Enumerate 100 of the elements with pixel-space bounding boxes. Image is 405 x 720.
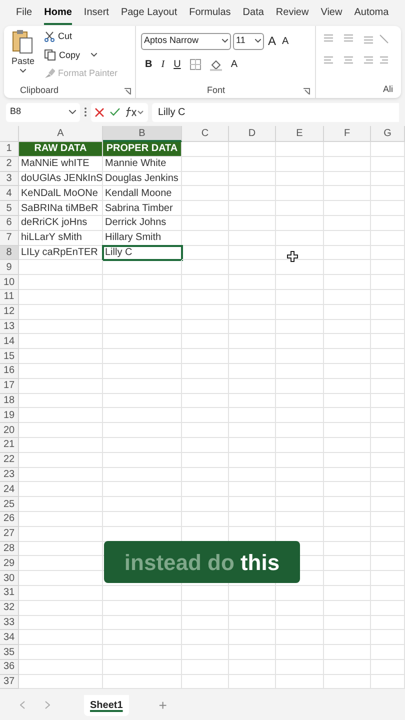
more-icon[interactable]	[84, 107, 87, 117]
row-header[interactable]: 18	[0, 394, 19, 408]
row-header[interactable]: 35	[0, 645, 19, 660]
empty-cell	[371, 586, 405, 601]
caption-text: instead do	[124, 548, 234, 576]
row-header[interactable]: 14	[0, 334, 19, 350]
checkmark-icon[interactable]	[110, 108, 120, 116]
column-header[interactable]: C	[182, 126, 229, 142]
row-header[interactable]: 36	[0, 660, 19, 675]
row-header[interactable]: 5	[0, 201, 19, 216]
empty-cell	[182, 156, 229, 172]
ribbon-tab[interactable]: View	[320, 5, 342, 25]
sheet-tab[interactable]: Sheet1	[84, 694, 129, 716]
font-size-field[interactable]: 11	[233, 32, 264, 50]
caret-icon[interactable]	[222, 39, 228, 43]
row-header[interactable]: 30	[0, 571, 19, 586]
scissors-icon[interactable]	[44, 31, 55, 42]
column-header[interactable]: G	[371, 126, 405, 142]
name-box[interactable]: B8	[6, 102, 80, 122]
empty-cell	[371, 660, 405, 675]
row-header[interactable]: 31	[0, 586, 19, 601]
empty-cell	[371, 172, 405, 186]
column-header[interactable]: B	[103, 126, 182, 142]
paste-icon[interactable]	[12, 29, 34, 55]
bold-button[interactable]: B	[145, 57, 152, 72]
row-header[interactable]: 25	[0, 497, 19, 512]
empty-cell	[229, 349, 276, 364]
shrink-font-button[interactable]: A	[280, 34, 291, 48]
empty-cell	[229, 142, 276, 157]
empty-cell	[371, 260, 405, 276]
row-header[interactable]: 3	[0, 172, 19, 186]
column-header[interactable]: D	[229, 126, 276, 142]
caret-icon[interactable]	[91, 53, 98, 58]
cut-button[interactable]: Cut	[58, 30, 72, 44]
row-header[interactable]: 16	[0, 364, 19, 379]
row-header[interactable]: 33	[0, 616, 19, 630]
row-header[interactable]: 29	[0, 556, 19, 572]
ribbon-tab[interactable]: Formulas	[189, 5, 231, 25]
function-icon[interactable]	[126, 107, 144, 117]
caret-icon[interactable]	[69, 110, 76, 114]
row-header[interactable]: 9	[0, 260, 19, 276]
row-header[interactable]: 17	[0, 378, 19, 394]
font-color-button[interactable]: A	[230, 57, 238, 72]
row-header[interactable]: 4	[0, 186, 19, 202]
row-header[interactable]: 13	[0, 320, 19, 334]
empty-cell	[371, 216, 405, 231]
column-header[interactable]: F	[324, 126, 371, 142]
row-header[interactable]: 15	[0, 349, 19, 364]
ribbon-tab[interactable]: Data	[242, 5, 264, 25]
empty-cell	[276, 408, 324, 424]
column-header[interactable]: E	[276, 126, 324, 142]
row-header[interactable]: 19	[0, 408, 19, 424]
row-header[interactable]: 10	[0, 275, 19, 290]
grow-font-button[interactable]: A	[266, 32, 278, 50]
empty-cell	[371, 334, 405, 350]
caret-icon[interactable]	[255, 39, 261, 43]
empty-cell	[182, 408, 229, 424]
row-header[interactable]: 12	[0, 304, 19, 320]
font-name-field[interactable]: Aptos Narrow	[141, 32, 231, 50]
cancel-icon[interactable]	[95, 108, 104, 116]
fill-bucket-icon[interactable]	[210, 58, 222, 70]
ribbon-tab[interactable]: File	[16, 5, 32, 25]
row-header[interactable]: 28	[0, 542, 19, 556]
row-header[interactable]: 6	[0, 216, 19, 231]
row-header[interactable]: 37	[0, 674, 19, 690]
row-header[interactable]: 32	[0, 600, 19, 616]
dialog-launcher-icon[interactable]	[124, 88, 131, 94]
ribbon-tab[interactable]: Page Layout	[120, 5, 178, 25]
formula-field[interactable]: Lilly C	[152, 102, 399, 122]
empty-cell	[276, 645, 324, 660]
row-header[interactable]: 22	[0, 452, 19, 468]
paste-button[interactable]: Paste	[11, 55, 34, 68]
italic-button[interactable]: I	[161, 57, 165, 72]
empty-cell	[182, 275, 229, 290]
row-header[interactable]: 8	[0, 246, 19, 260]
row-header[interactable]: 23	[0, 468, 19, 482]
row-header[interactable]: 11	[0, 290, 19, 305]
column-header[interactable]: A	[19, 126, 103, 142]
row-header[interactable]: 20	[0, 423, 19, 438]
ribbon-tab[interactable]: Review	[276, 5, 309, 25]
row-header[interactable]: 7	[0, 230, 19, 246]
row-header[interactable]: 24	[0, 482, 19, 498]
row-header[interactable]: 1	[0, 142, 19, 157]
underline-button[interactable]: U	[174, 57, 181, 72]
row-header[interactable]: 34	[0, 630, 19, 646]
cursor-icon	[287, 251, 298, 262]
row-header[interactable]: 2	[0, 156, 19, 172]
borders-icon[interactable]	[190, 59, 201, 70]
ribbon-tab[interactable]: Insert	[84, 5, 109, 25]
empty-cell	[324, 438, 371, 453]
empty-cell	[182, 645, 229, 660]
copy-icon[interactable]	[44, 49, 56, 62]
caret-icon[interactable]	[20, 68, 26, 72]
ribbon-tab[interactable]: Automa	[354, 5, 389, 25]
empty-cell	[182, 512, 229, 527]
row-header[interactable]: 21	[0, 438, 19, 453]
dialog-launcher-icon[interactable]	[303, 88, 310, 94]
row-header[interactable]: 26	[0, 512, 19, 527]
copy-button[interactable]: Copy	[59, 48, 80, 62]
row-header[interactable]: 27	[0, 526, 19, 542]
